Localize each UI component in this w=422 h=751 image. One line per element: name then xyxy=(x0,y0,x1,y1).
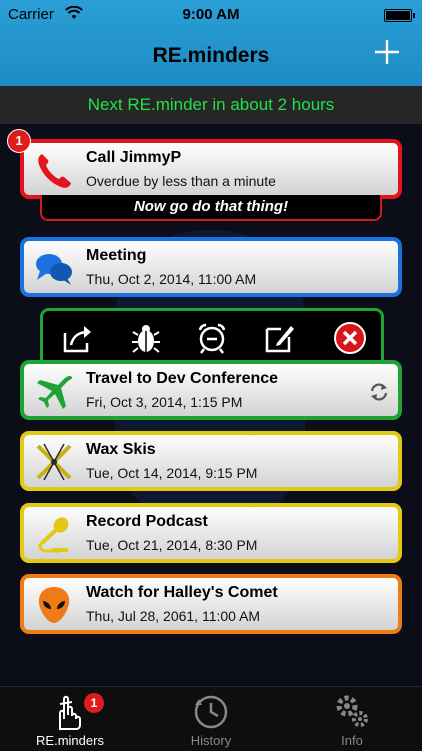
reminder-subtitle: Fri, Oct 3, 2014, 1:15 PM xyxy=(86,394,243,410)
reminder-card-wax-skis[interactable]: Wax Skis Tue, Oct 14, 2014, 9:15 PM xyxy=(20,431,402,491)
airplane-icon xyxy=(37,375,73,409)
tab-info[interactable]: Info xyxy=(282,687,422,751)
finger-string-icon xyxy=(59,695,81,730)
reminder-title: Meeting xyxy=(86,247,147,264)
alien-icon xyxy=(38,587,70,623)
gears-icon xyxy=(336,695,368,727)
next-reminder-banner: Next RE.minder in about 2 hours xyxy=(0,86,422,124)
tab-label: Info xyxy=(341,733,363,748)
alarm-clock-icon[interactable] xyxy=(195,321,229,355)
reminder-title: Wax Skis xyxy=(86,441,156,458)
history-icon xyxy=(194,695,228,729)
reminder-subtitle: Thu, Jul 28, 2061, 11:00 AM xyxy=(86,608,261,624)
tab-history[interactable]: History xyxy=(141,687,281,751)
reminder-title: Call JimmyP xyxy=(86,149,182,166)
sync-icon xyxy=(370,383,388,401)
tab-badge: 1 xyxy=(84,693,104,713)
reminder-title: Watch for Halley's Comet xyxy=(86,584,278,601)
tab-label: RE.minders xyxy=(36,733,104,748)
status-time: 9:00 AM xyxy=(182,6,240,23)
microphone-icon xyxy=(38,517,69,553)
reminder-card-halleys-comet[interactable]: Watch for Halley's Comet Thu, Jul 28, 20… xyxy=(20,574,402,634)
reminder-subtitle: Tue, Oct 21, 2014, 8:30 PM xyxy=(86,537,258,553)
edit-icon[interactable] xyxy=(263,321,297,355)
share-icon[interactable] xyxy=(61,321,95,355)
overdue-badge: 1 xyxy=(7,129,31,153)
delete-icon[interactable] xyxy=(333,321,367,355)
add-reminder-button[interactable] xyxy=(374,34,400,72)
reminder-card-meeting[interactable]: Meeting Thu, Oct 2, 2014, 11:00 AM xyxy=(20,237,402,297)
reminder-title: Record Podcast xyxy=(86,513,208,530)
plus-icon xyxy=(375,40,399,64)
tab-reminders[interactable]: 1 RE.minders xyxy=(0,687,140,751)
reminder-action-bar xyxy=(40,308,384,363)
skis-icon xyxy=(36,443,72,481)
chat-bubbles-icon xyxy=(36,254,72,285)
page-title: RE.minders xyxy=(152,44,270,67)
reminder-subtitle: Thu, Oct 2, 2014, 11:00 AM xyxy=(86,271,257,287)
overdue-message: Now go do that thing! xyxy=(40,195,382,221)
navigation-bar: Carrier 9:00 AM RE.minders xyxy=(0,0,422,86)
bug-icon[interactable] xyxy=(129,321,163,355)
reminder-subtitle: Tue, Oct 14, 2014, 9:15 PM xyxy=(86,465,258,481)
status-bar: Carrier 9:00 AM xyxy=(0,5,422,26)
tab-label: History xyxy=(190,733,232,748)
reminder-card-record-podcast[interactable]: Record Podcast Tue, Oct 21, 2014, 8:30 P… xyxy=(20,503,402,563)
tab-bar: 1 RE.minders History Info xyxy=(0,686,422,751)
reminder-card-call-jimmyp[interactable]: Call JimmyP Overdue by less than a minut… xyxy=(20,139,402,199)
reminder-card-travel[interactable]: Travel to Dev Conference Fri, Oct 3, 201… xyxy=(20,360,402,420)
reminder-subtitle: Overdue by less than a minute xyxy=(86,173,276,189)
reminder-title: Travel to Dev Conference xyxy=(86,370,279,387)
phone-icon xyxy=(38,154,71,188)
battery-icon xyxy=(384,9,415,22)
